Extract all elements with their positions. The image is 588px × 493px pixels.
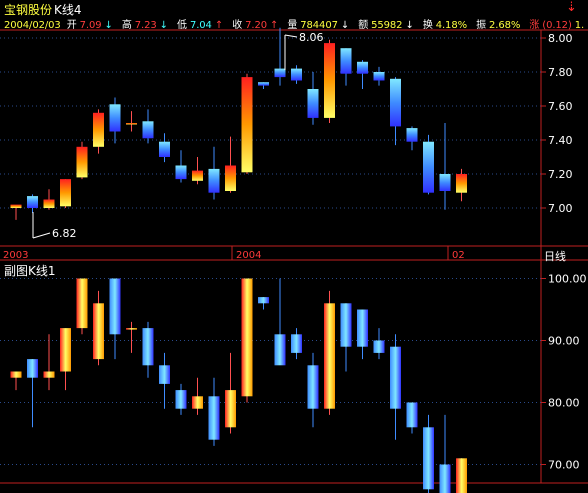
candle-body-up [241, 77, 253, 173]
candle-body-down [373, 72, 385, 81]
candle-body-up [324, 303, 335, 409]
low-annotation-leader [32, 232, 51, 239]
candle-body-up [43, 371, 55, 378]
candlestick-charts[interactable]: 7.00 7.20 7.40 7.60 7.80 8.00 70.00 80.00 90.00 1… [0, 0, 588, 493]
candle-body-down [274, 68, 286, 78]
candle-body-up [225, 165, 236, 191]
high-annotation-leader [284, 34, 298, 38]
candle-body-up [93, 303, 104, 360]
candle-body-up [43, 199, 55, 208]
candle-body-up [60, 179, 71, 207]
candle-body-down [357, 309, 368, 347]
candle-body-down [406, 128, 418, 142]
candle-body-down [307, 89, 319, 118]
y-tick-label: 7.00 [548, 202, 573, 215]
candle-body-down [175, 165, 187, 180]
candle-body-up [10, 204, 22, 208]
candle-body-down [357, 61, 368, 74]
candle-body-up [192, 396, 203, 409]
y-tick-label: 7.80 [548, 66, 573, 79]
candle-body-down [406, 402, 418, 428]
candle-body-up [192, 170, 203, 181]
candle-body-down [142, 328, 154, 366]
date-label-2003: 2003 [3, 250, 29, 261]
y-tick-label: 7.40 [548, 134, 573, 147]
candle-body-down [258, 297, 269, 304]
candle-body-down [390, 346, 401, 409]
candle-body-down [208, 168, 220, 193]
candle-body-up [10, 371, 22, 378]
candle-body-up [225, 390, 236, 428]
candle-body-down [373, 340, 385, 353]
candle-body-down [423, 427, 434, 490]
candle-body-down [423, 141, 434, 193]
candle-body-up [76, 278, 88, 329]
candle-body-down [307, 365, 319, 409]
candle-body-up [456, 458, 467, 493]
candle-body-up [60, 328, 71, 372]
date-label-02: 02 [452, 250, 465, 261]
candle-body-down [258, 82, 269, 86]
stock-chart-window: 宝钢股份 K线4 ⇣ 2004/02/03 开 7.09 ↓ 高 7.23 ↓ 低 7.04… [0, 0, 588, 493]
candle-body-up [126, 328, 137, 330]
candle-body-down [390, 78, 401, 127]
low-annotation: 6.82 [52, 227, 77, 240]
candle-body-down [340, 303, 352, 347]
y-tick-label: 80.00 [548, 397, 580, 410]
candle-body-down [439, 174, 451, 191]
candle-body-down [109, 278, 121, 335]
y-tick-label: 8.00 [548, 32, 573, 45]
y-tick-label: 100.00 [548, 273, 587, 286]
high-annotation: 8.06 [299, 31, 324, 44]
y-tick-label: 7.20 [548, 168, 573, 181]
candle-body-up [456, 174, 467, 193]
y-tick-label: 7.60 [548, 100, 573, 113]
candle-body-down [175, 390, 187, 409]
candle-body-up [324, 43, 335, 118]
candle-body-down [208, 396, 220, 440]
y-tick-label: 90.00 [548, 335, 580, 348]
y-tick-label: 70.00 [548, 459, 580, 472]
candle-body-down [291, 334, 302, 353]
candle-body-up [76, 146, 88, 178]
candle-body-down [142, 121, 154, 139]
candle-body-down [109, 104, 121, 132]
candle-body-up [93, 112, 104, 147]
date-label-2004: 2004 [236, 250, 262, 261]
candle-body-down [291, 68, 302, 81]
candle-body-down [439, 464, 451, 493]
candle-body-up [126, 123, 137, 125]
candle-body-down [27, 359, 38, 378]
candle-body-down [274, 334, 286, 366]
sub-chart-title[interactable]: 副图K线1 [4, 262, 56, 279]
candle-body-down [159, 365, 170, 384]
candle-body-up [241, 278, 253, 397]
candle-body-down [27, 196, 38, 208]
period-label[interactable]: 日线 [544, 248, 566, 264]
candle-body-down [159, 141, 170, 157]
candle-body-down [340, 48, 352, 74]
